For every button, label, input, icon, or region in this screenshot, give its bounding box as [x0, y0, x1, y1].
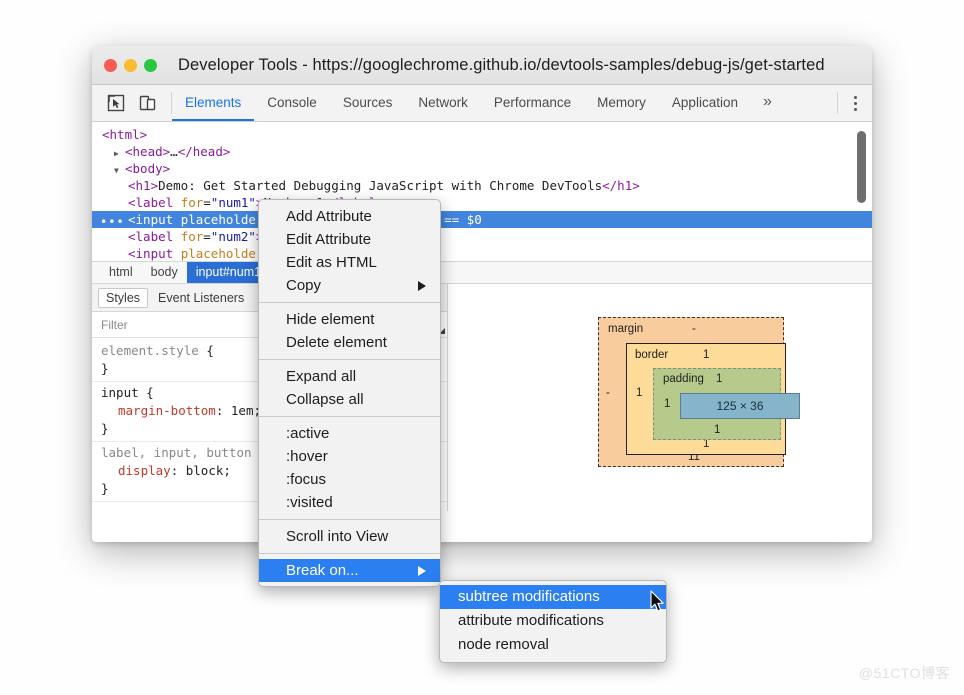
- tab-sources[interactable]: Sources: [330, 85, 406, 121]
- breadcrumb: html body input#num1: [92, 261, 872, 284]
- border-left-value[interactable]: 1: [636, 387, 642, 399]
- box-model-padding[interactable]: padding 1 1 1 1 125 × 36: [653, 368, 800, 440]
- dom-line[interactable]: <label for="num2">Number 2</label>: [92, 228, 872, 245]
- devtools-window: Developer Tools - https://googlechrome.g…: [92, 46, 872, 542]
- dom-line[interactable]: <label for="num1">Number 1</label>: [92, 194, 872, 211]
- filter-input[interactable]: Filter: [101, 318, 128, 332]
- menu-item-break-on-label: Break on...: [286, 562, 359, 579]
- toolbar-icon-group: [92, 85, 171, 121]
- dom-ellipsis-badge[interactable]: •••: [100, 214, 125, 231]
- dom-line[interactable]: ▼ <body>: [92, 160, 872, 177]
- watermark: @51CTO博客: [858, 665, 950, 681]
- property-value[interactable]: block;: [186, 463, 231, 478]
- menu-item-delete-element[interactable]: Delete element: [259, 331, 440, 354]
- box-model-pane: margin - - - 11 border 1 1 1 1 paddi: [448, 284, 872, 511]
- tab-styles[interactable]: Styles: [98, 287, 149, 308]
- tab-elements[interactable]: Elements: [172, 85, 255, 121]
- menu-divider: [259, 416, 440, 417]
- submenu-item-subtree-modifications[interactable]: subtree modifications: [440, 585, 666, 609]
- more-options-icon[interactable]: [838, 85, 872, 121]
- menu-item-hover[interactable]: :hover: [259, 445, 440, 468]
- padding-label: padding: [663, 373, 704, 385]
- tab-memory[interactable]: Memory: [584, 85, 659, 121]
- more-tabs-icon[interactable]: »: [751, 85, 784, 121]
- tab-console[interactable]: Console: [254, 85, 330, 121]
- menu-divider: [259, 519, 440, 520]
- rule-selector[interactable]: label, input, button: [101, 445, 252, 460]
- menu-item-edit-attribute[interactable]: Edit Attribute: [259, 228, 440, 251]
- tab-network[interactable]: Network: [405, 85, 481, 121]
- menu-item-scroll-into-view[interactable]: Scroll into View: [259, 525, 440, 548]
- submenu-item-attribute-modifications[interactable]: attribute modifications: [440, 609, 666, 633]
- menu-divider: [259, 359, 440, 360]
- margin-left-value[interactable]: -: [606, 387, 610, 399]
- minimize-button[interactable]: [124, 58, 137, 72]
- breadcrumb-item-body[interactable]: body: [142, 262, 187, 283]
- property-name[interactable]: display: [101, 463, 171, 478]
- border-top-value[interactable]: 1: [703, 349, 709, 361]
- border-label: border: [635, 349, 669, 361]
- rule-selector[interactable]: element.style: [101, 343, 199, 358]
- window-titlebar: Developer Tools - https://googlechrome.g…: [92, 46, 872, 85]
- chevron-right-icon: [418, 280, 426, 291]
- styles-panes: Styles Event Listeners Properties Filter…: [92, 284, 872, 511]
- menu-item-active[interactable]: :active: [259, 422, 440, 445]
- dom-line[interactable]: <h1>Demo: Get Started Debugging JavaScri…: [92, 177, 872, 194]
- menu-item-collapse-all[interactable]: Collapse all: [259, 388, 440, 411]
- padding-bottom-value[interactable]: 1: [714, 424, 720, 436]
- window-title: Developer Tools - https://googlechrome.g…: [178, 55, 825, 74]
- padding-left-value[interactable]: 1: [664, 398, 670, 410]
- dom-line[interactable]: ▶ <head>…</head>: [92, 143, 872, 160]
- devtools-toolbar: Elements Console Sources Network Perform…: [92, 85, 872, 122]
- menu-item-edit-as-html[interactable]: Edit as HTML: [259, 251, 440, 274]
- device-toolbar-icon[interactable]: [137, 92, 159, 114]
- traffic-lights: [104, 58, 157, 72]
- property-name[interactable]: margin-bottom: [101, 403, 216, 418]
- submenu-item-node-removal[interactable]: node removal: [440, 633, 666, 657]
- dom-tree-scrollbar[interactable]: [857, 131, 866, 203]
- dom-line[interactable]: <html>: [92, 126, 872, 143]
- menu-item-expand-all[interactable]: Expand all: [259, 365, 440, 388]
- tab-application[interactable]: Application: [659, 85, 751, 121]
- tab-performance[interactable]: Performance: [481, 85, 584, 121]
- menu-item-break-on[interactable]: Break on...: [259, 559, 440, 582]
- zoom-button[interactable]: [144, 58, 157, 72]
- panel-tabs: Elements Console Sources Network Perform…: [172, 85, 837, 121]
- dom-tree[interactable]: <html> ▶ <head>…</head> ▼ <body> <h1>Demo:…: [92, 122, 872, 261]
- property-value[interactable]: 1em;: [231, 403, 261, 418]
- menu-item-focus[interactable]: :focus: [259, 468, 440, 491]
- rule-selector[interactable]: input: [101, 385, 139, 400]
- breadcrumb-item-html[interactable]: html: [100, 262, 142, 283]
- chevron-right-icon: [418, 565, 426, 576]
- selected-node-ref: == $0: [444, 212, 482, 227]
- menu-item-copy-label: Copy: [286, 277, 322, 294]
- menu-divider: [259, 302, 440, 303]
- menu-item-add-attribute[interactable]: Add Attribute: [259, 205, 440, 228]
- tab-event-listeners[interactable]: Event Listeners: [150, 288, 252, 308]
- box-model-content[interactable]: 125 × 36: [680, 393, 800, 419]
- margin-top-value[interactable]: -: [692, 323, 696, 335]
- break-on-submenu: subtree modifications attribute modifica…: [439, 580, 667, 663]
- menu-item-copy[interactable]: Copy: [259, 274, 440, 297]
- box-model-diagram: margin - - - 11 border 1 1 1 1 paddi: [598, 317, 800, 467]
- inspect-element-icon[interactable]: [105, 92, 127, 114]
- dom-line[interactable]: <input placeholder="Number 2" id="num2">: [92, 245, 872, 261]
- box-model-border[interactable]: border 1 1 1 1 padding 1 1 1 1: [626, 343, 800, 455]
- menu-item-hide-element[interactable]: Hide element: [259, 308, 440, 331]
- box-model-margin[interactable]: margin - - - 11 border 1 1 1 1 paddi: [598, 317, 800, 467]
- screen: Developer Tools - https://googlechrome.g…: [0, 0, 964, 695]
- context-menu: Add Attribute Edit Attribute Edit as HTM…: [258, 199, 441, 587]
- dom-line-selected[interactable]: ••• <input placeholder="Number 1" id="nu…: [92, 211, 872, 231]
- menu-item-visited[interactable]: :visited: [259, 491, 440, 514]
- padding-top-value[interactable]: 1: [716, 373, 722, 385]
- margin-label: margin: [608, 323, 644, 335]
- close-button[interactable]: [104, 58, 117, 72]
- menu-divider: [259, 553, 440, 554]
